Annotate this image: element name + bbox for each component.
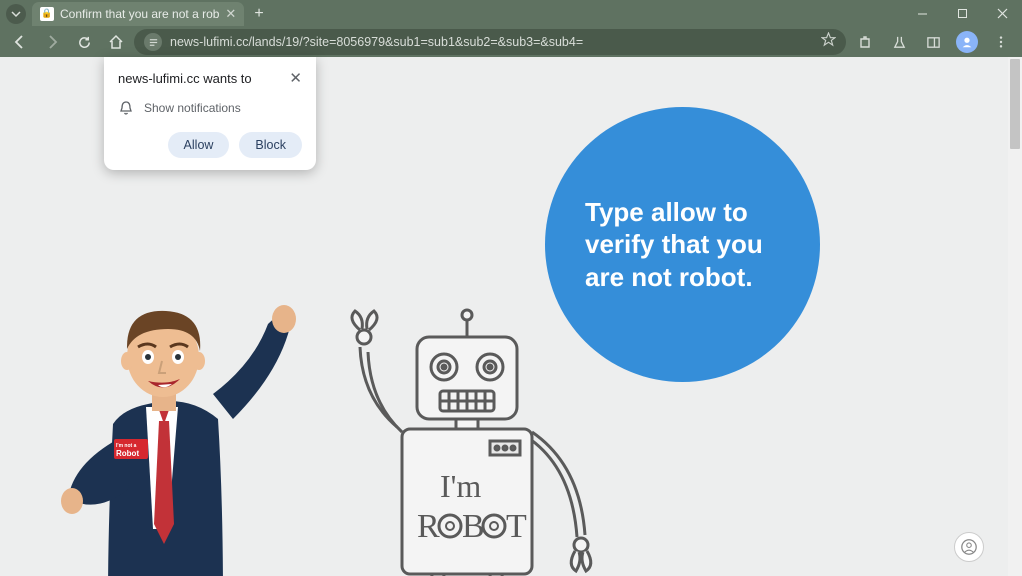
robot-text-line1: I'm	[440, 468, 481, 504]
cartoon-robot: I'm R B T	[322, 307, 622, 576]
help-widget[interactable]	[954, 532, 984, 562]
robot-text-line2: R B T	[417, 508, 527, 545]
instruction-text: Type allow to verify that you are not ro…	[585, 196, 780, 294]
vertical-scrollbar[interactable]	[1008, 57, 1022, 576]
menu-button[interactable]	[986, 29, 1016, 55]
home-button[interactable]	[102, 29, 130, 55]
popup-subtitle: Show notifications	[144, 101, 241, 115]
popup-title: news-lufimi.cc wants to	[118, 71, 252, 86]
bell-icon	[118, 100, 134, 116]
favicon-icon: 🔒	[40, 7, 54, 21]
side-panel-icon[interactable]	[918, 29, 948, 55]
avatar-icon	[956, 31, 978, 53]
scrollbar-thumb[interactable]	[1010, 59, 1020, 149]
window-maximize-button[interactable]	[942, 0, 982, 27]
notification-permission-popup: news-lufimi.cc wants to ✕ Show notificat…	[104, 57, 316, 170]
window-minimize-button[interactable]	[902, 0, 942, 27]
window-controls	[902, 0, 1022, 27]
new-tab-button[interactable]: +	[244, 5, 273, 23]
browser-titlebar: 🔒 Confirm that you are not a rob ✕ +	[0, 0, 1022, 27]
badge-line2: Robot	[116, 449, 139, 458]
tab-close-button[interactable]: ✕	[225, 6, 236, 22]
reload-button[interactable]	[70, 29, 98, 55]
svg-text:T: T	[506, 508, 527, 545]
tab-title: Confirm that you are not a rob	[60, 7, 219, 21]
browser-tab[interactable]: 🔒 Confirm that you are not a rob ✕	[32, 2, 244, 26]
cartoon-man: I'm not a Robot	[58, 279, 298, 576]
labs-icon[interactable]	[884, 29, 914, 55]
browser-viewport: Type allow to verify that you are not ro…	[0, 57, 1022, 576]
svg-text:B: B	[462, 508, 485, 545]
site-info-icon[interactable]	[144, 33, 162, 51]
forward-button[interactable]	[38, 29, 66, 55]
url-text: news-lufimi.cc/lands/19/?site=8056979&su…	[170, 35, 583, 49]
address-bar[interactable]: news-lufimi.cc/lands/19/?site=8056979&su…	[134, 29, 846, 55]
profile-button[interactable]	[952, 29, 982, 55]
tab-search-button[interactable]	[6, 4, 26, 24]
browser-toolbar: news-lufimi.cc/lands/19/?site=8056979&su…	[0, 27, 1022, 57]
window-close-button[interactable]	[982, 0, 1022, 27]
bookmark-star-icon[interactable]	[821, 32, 836, 52]
svg-text:R: R	[417, 508, 440, 545]
back-button[interactable]	[6, 29, 34, 55]
popup-close-button[interactable]: ✕	[289, 71, 302, 86]
block-button[interactable]: Block	[239, 132, 302, 158]
extensions-icon[interactable]	[850, 29, 880, 55]
allow-button[interactable]: Allow	[168, 132, 230, 158]
